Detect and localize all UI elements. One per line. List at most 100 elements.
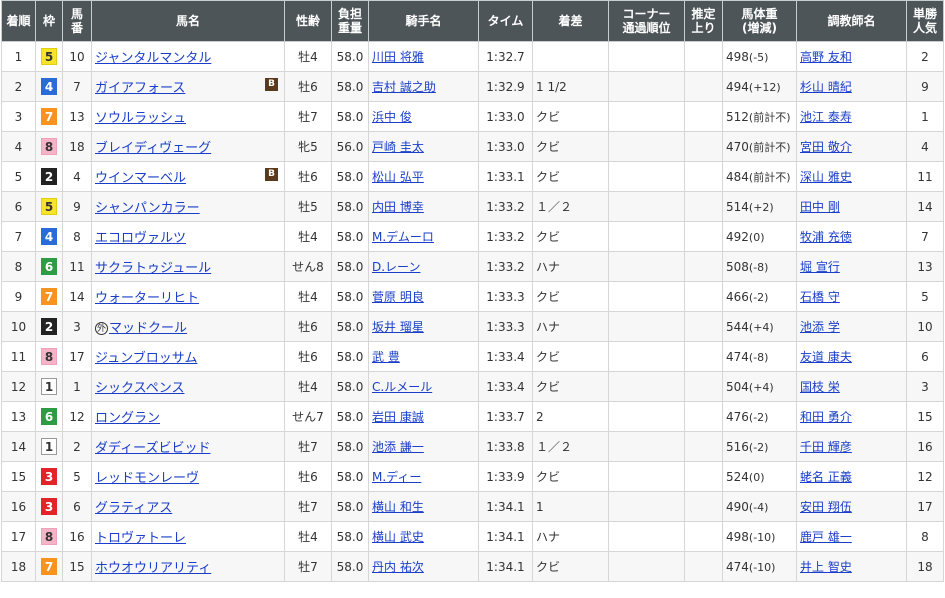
horse-name-link[interactable]: シャンパンカラー — [95, 201, 200, 216]
jockey-link[interactable]: C.ルメール — [372, 380, 432, 394]
margin: クビ — [532, 551, 609, 582]
margin: ハナ — [532, 521, 609, 552]
trainer-cell: 友道 康夫 — [796, 341, 907, 372]
header-jockey[interactable]: 騎手名 — [368, 0, 479, 42]
horse-name-link[interactable]: シックスペンス — [95, 381, 184, 396]
trainer-link[interactable]: 杉山 晴紀 — [800, 80, 852, 94]
trainer-link[interactable]: 深山 雅史 — [800, 170, 852, 184]
last-3f — [684, 161, 723, 192]
body-weight-diff: (0) — [748, 230, 765, 244]
trainer-cell: 堀 宣行 — [796, 251, 907, 282]
horse-name-link[interactable]: レッドモンレーヴ — [95, 471, 199, 486]
horse-name-link[interactable]: エコロヴァルツ — [95, 231, 186, 246]
trainer-link[interactable]: 石橋 守 — [800, 290, 840, 304]
waku-cell: 7 — [35, 551, 63, 582]
body-weight-diff: (+2) — [748, 200, 774, 214]
table-row: 13 6 12 ロングラン せん7 58.0 岩田 康誠 1:33.7 2 476(-2) 和田 勇… — [1, 401, 944, 432]
jockey-link[interactable]: M.デムーロ — [372, 230, 434, 244]
last-3f — [684, 401, 723, 432]
header-trainer[interactable]: 調教師名 — [796, 0, 907, 42]
trainer-link[interactable]: 国枝 栄 — [800, 380, 840, 394]
sex-age: 牡4 — [284, 371, 332, 402]
horse-name-link[interactable]: ウォーターリヒト — [95, 291, 199, 306]
trainer-link[interactable]: 井上 智史 — [800, 560, 852, 574]
trainer-link[interactable]: 高野 友和 — [800, 50, 852, 64]
jockey-link[interactable]: 内田 博幸 — [372, 200, 424, 214]
jockey-link[interactable]: 松山 弘平 — [372, 170, 424, 184]
header-body-weight[interactable]: 馬体重 (増減) — [722, 0, 797, 42]
header-horse-name[interactable]: 馬名 — [91, 0, 285, 42]
jockey-link[interactable]: 岩田 康誠 — [372, 410, 424, 424]
horse-name-link[interactable]: サクラトゥジュール — [95, 261, 211, 276]
horse-number: 4 — [62, 161, 92, 192]
horse-name-link[interactable]: ホウオウリアリティ — [95, 561, 211, 576]
jockey-link[interactable]: 菅原 明良 — [372, 290, 424, 304]
race-time: 1:33.4 — [478, 371, 533, 402]
trainer-link[interactable]: 田中 剛 — [800, 200, 840, 214]
jockey-link[interactable]: 横山 武史 — [372, 530, 424, 544]
jockey-link[interactable]: D.レーン — [372, 260, 420, 274]
race-time: 1:33.1 — [478, 161, 533, 192]
trainer-link[interactable]: 池添 学 — [800, 320, 840, 334]
jockey-link[interactable]: M.ディー — [372, 470, 421, 484]
trainer-link[interactable]: 安田 翔伍 — [800, 500, 852, 514]
carried-weight: 58.0 — [331, 41, 369, 72]
jockey-link[interactable]: 川田 将雅 — [372, 50, 424, 64]
horse-name-link[interactable]: ウインマーベル — [95, 171, 186, 186]
jockey-link[interactable]: 浜中 俊 — [372, 110, 412, 124]
jockey-link[interactable]: 武 豊 — [372, 350, 400, 364]
corner-positions — [608, 311, 685, 342]
jockey-link[interactable]: 吉村 誠之助 — [372, 80, 436, 94]
trainer-link[interactable]: 堀 宣行 — [800, 260, 840, 274]
trainer-link[interactable]: 蛯名 正義 — [800, 470, 852, 484]
body-weight-cell: 516(-2) — [722, 431, 797, 462]
trainer-link[interactable]: 池江 泰寿 — [800, 110, 852, 124]
jockey-link[interactable]: 坂井 瑠星 — [372, 320, 424, 334]
jockey-link[interactable]: 戸崎 圭太 — [372, 140, 424, 154]
jockey-link[interactable]: 横山 和生 — [372, 500, 424, 514]
carried-weight: 56.0 — [331, 131, 369, 162]
body-weight: 490 — [726, 499, 749, 514]
horse-name-link[interactable]: ブレイディヴェーグ — [95, 141, 211, 156]
horse-name-link[interactable]: ガイアフォース — [95, 81, 185, 96]
table-row: 17 8 16 トロヴァトーレ 牡4 58.0 横山 武史 1:34.1 ハナ 498(-10) 鹿… — [1, 521, 944, 552]
header-margin[interactable]: 着差 — [532, 0, 609, 42]
trainer-link[interactable]: 千田 輝彦 — [800, 440, 852, 454]
margin: クビ — [532, 341, 609, 372]
header-carried-weight[interactable]: 負担 重量 — [331, 0, 369, 42]
blinker-badge: B — [265, 168, 278, 181]
carried-weight: 58.0 — [331, 221, 369, 252]
horse-name-link[interactable]: トロヴァトーレ — [95, 531, 186, 546]
header-time[interactable]: タイム — [478, 0, 533, 42]
trainer-link[interactable]: 牧浦 充徳 — [800, 230, 852, 244]
horse-name-link[interactable]: グラティアス — [95, 501, 172, 516]
waku-cell: 5 — [35, 41, 63, 72]
header-horse-number[interactable]: 馬 番 — [62, 0, 92, 42]
trainer-cell: 田中 剛 — [796, 191, 907, 222]
blinker-badge: B — [265, 78, 278, 91]
trainer-cell: 宮田 敬介 — [796, 131, 907, 162]
popularity: 15 — [906, 401, 944, 432]
horse-name-link[interactable]: ダディーズビビッド — [95, 441, 210, 456]
jockey-link[interactable]: 池添 謙一 — [372, 440, 424, 454]
header-waku[interactable]: 枠 — [35, 0, 63, 42]
trainer-link[interactable]: 友道 康夫 — [800, 350, 852, 364]
finish-rank: 10 — [1, 311, 36, 342]
header-last-3f[interactable]: 推定 上り — [684, 0, 723, 42]
body-weight: 476 — [726, 409, 749, 424]
header-rank[interactable]: 着順 — [1, 0, 36, 42]
horse-name-link[interactable]: ソウルラッシュ — [95, 111, 186, 126]
jockey-link[interactable]: 丹内 祐次 — [372, 560, 424, 574]
header-corner-positions[interactable]: コーナー 通過順位 — [608, 0, 685, 42]
race-time: 1:32.9 — [478, 71, 533, 102]
trainer-link[interactable]: 鹿戸 雄一 — [800, 530, 852, 544]
horse-name-link[interactable]: マッドクール — [109, 321, 187, 336]
horse-name-link[interactable]: ジャンタルマンタル — [95, 51, 211, 66]
trainer-link[interactable]: 宮田 敬介 — [800, 140, 852, 154]
header-sex-age[interactable]: 性齢 — [284, 0, 332, 42]
corner-positions — [608, 521, 685, 552]
horse-name-link[interactable]: ロングラン — [95, 411, 160, 426]
header-popularity[interactable]: 単勝 人気 — [906, 0, 944, 42]
trainer-link[interactable]: 和田 勇介 — [800, 410, 852, 424]
horse-name-link[interactable]: ジュンブロッサム — [95, 351, 197, 366]
